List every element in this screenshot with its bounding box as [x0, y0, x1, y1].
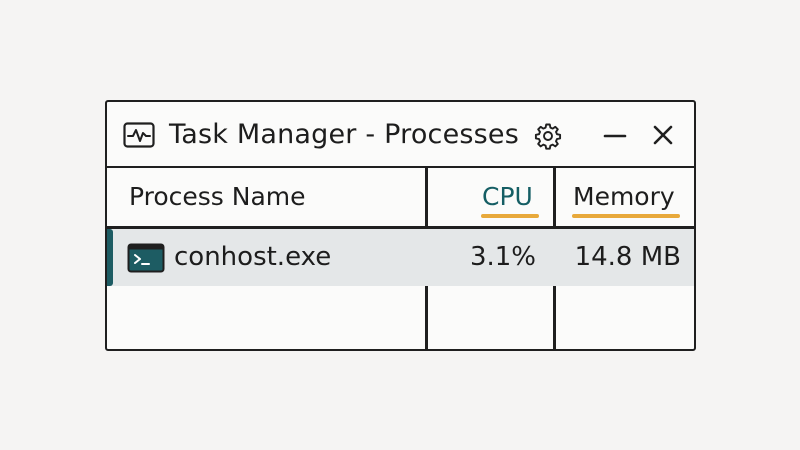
column-header-process-name[interactable]: Process Name: [129, 179, 306, 215]
terminal-icon: [127, 243, 165, 273]
table-row[interactable]: conhost.exe 3.1% 14.8 MB: [107, 229, 694, 286]
column-header-cpu[interactable]: CPU: [482, 179, 533, 215]
activity-chart-icon: [123, 122, 155, 148]
minimize-icon[interactable]: [602, 124, 628, 148]
column-header-memory[interactable]: Memory: [573, 179, 675, 215]
memory-cell: 14.8 MB: [574, 242, 681, 272]
close-icon[interactable]: [650, 122, 676, 148]
gear-icon[interactable]: [534, 122, 562, 150]
cpu-cell: 3.1%: [469, 242, 536, 272]
task-manager-window: Task Manager - Processes Process Name CP…: [105, 100, 696, 351]
selection-indicator: [107, 229, 113, 286]
memory-header-underline: [572, 214, 680, 218]
process-name-cell: conhost.exe: [174, 242, 332, 272]
window-title: Task Manager - Processes: [169, 119, 520, 150]
title-bar: Task Manager - Processes: [107, 102, 694, 168]
cpu-header-underline: [481, 214, 539, 218]
